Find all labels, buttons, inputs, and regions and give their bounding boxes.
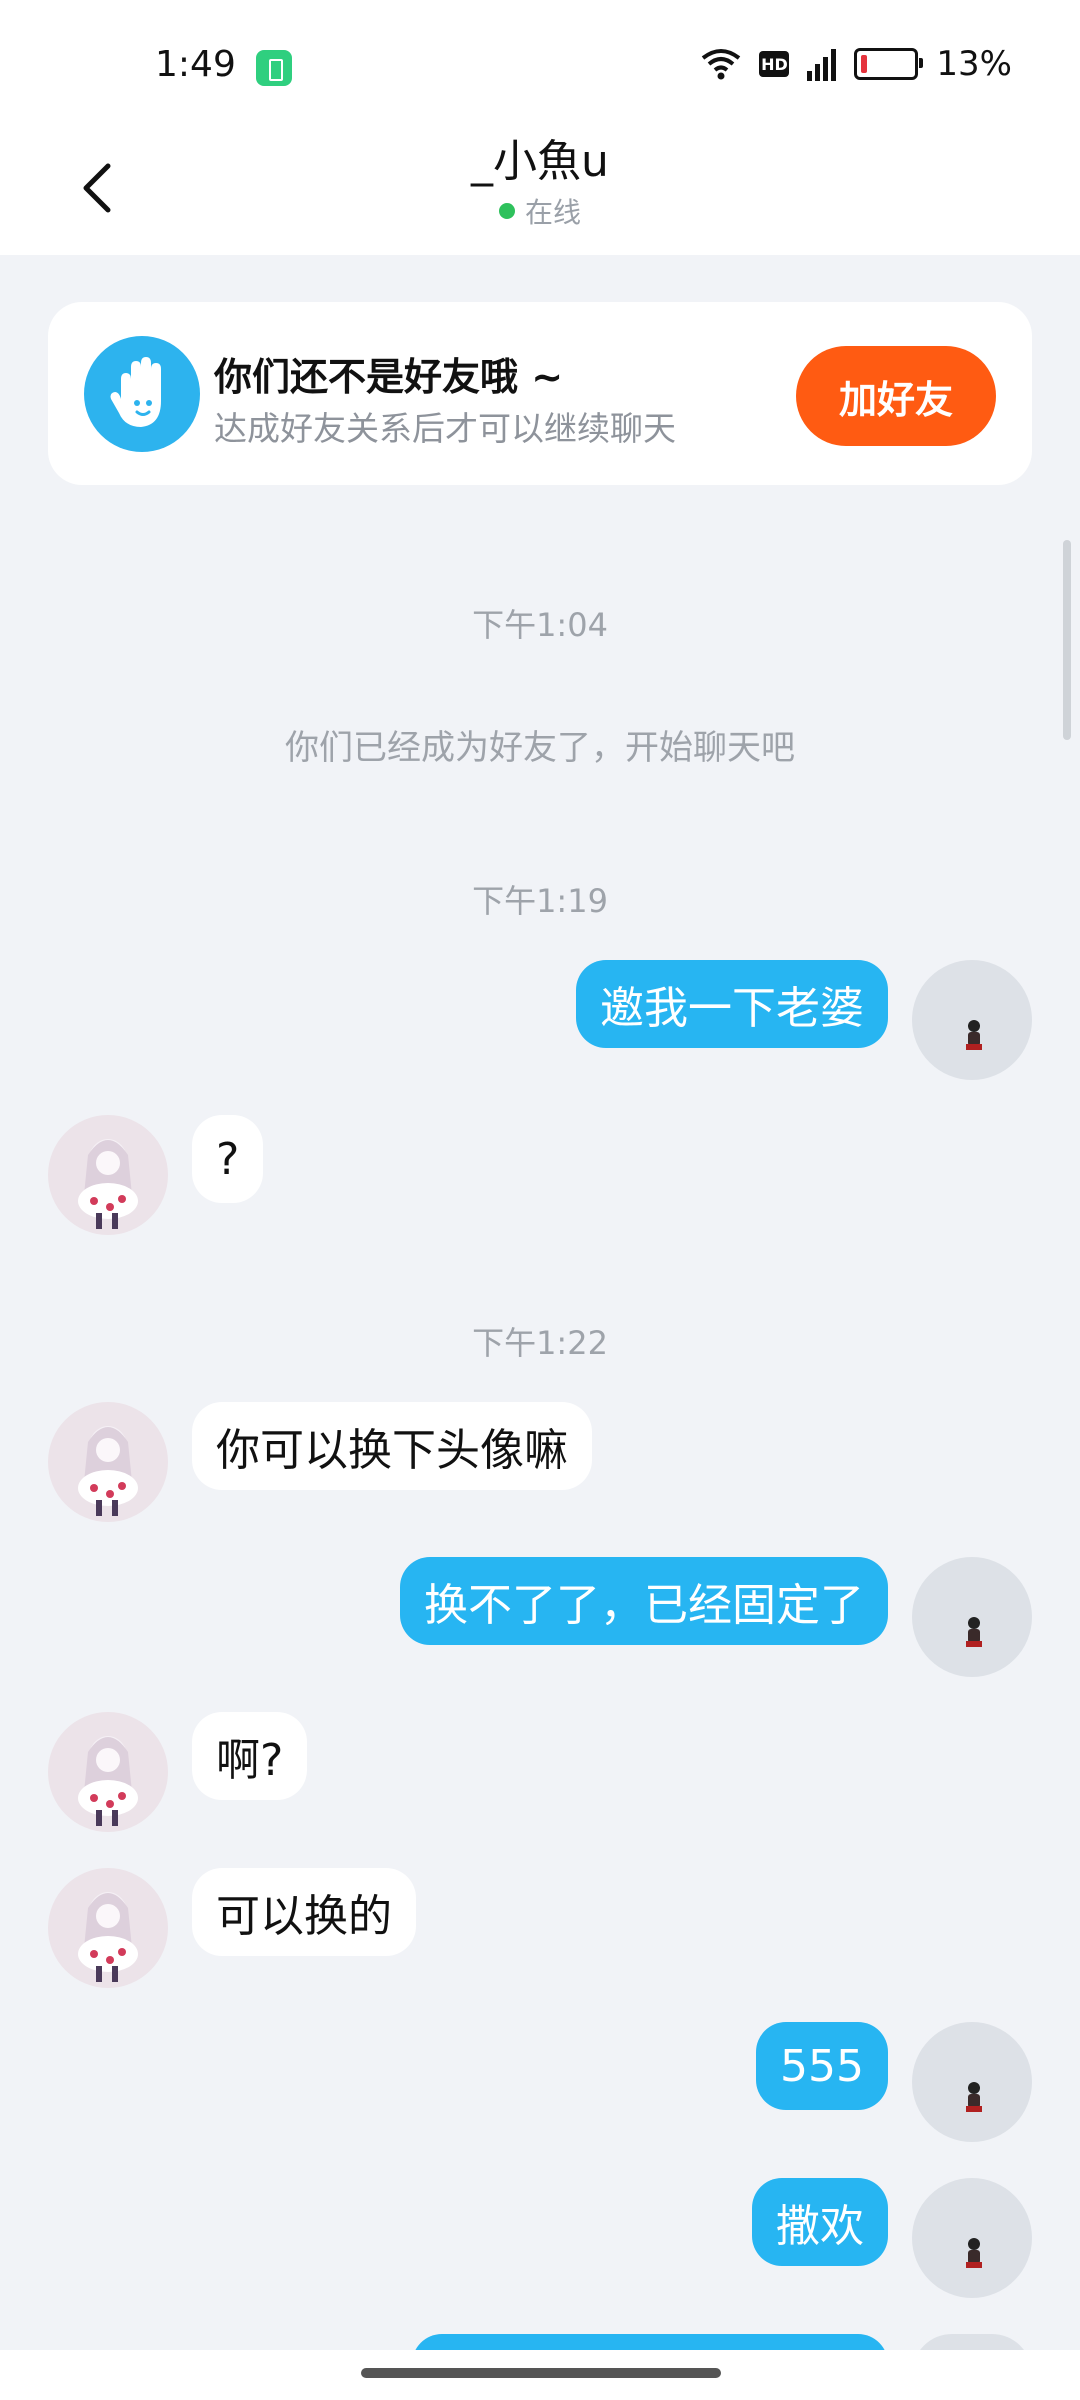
avatar[interactable]	[48, 1868, 168, 1988]
home-indicator[interactable]	[361, 2368, 721, 2378]
online-dot	[498, 203, 515, 219]
online-status: 在线	[0, 191, 1080, 231]
add-friend-button[interactable]: 加好友	[796, 346, 996, 446]
message-bubble-outgoing[interactable]: 换不了了，已经固定了	[400, 1557, 888, 1645]
signal-icon	[807, 47, 837, 81]
avatar[interactable]	[912, 2022, 1032, 2142]
avatar[interactable]	[48, 1115, 168, 1235]
avatar[interactable]	[48, 1712, 168, 1832]
chat-title: _小魚u	[471, 136, 609, 187]
wifi-icon	[701, 48, 741, 80]
message-bubble-incoming[interactable]: 你可以换下头像嘛	[192, 1402, 592, 1490]
status-bar: 1:49 HD 13%	[0, 0, 1080, 135]
hd-icon: HD	[759, 51, 790, 77]
banner-subtitle: 达成好友关系后才可以继续聊天	[214, 409, 676, 448]
online-status-label: 在线	[524, 196, 581, 229]
add-friend-banner: 你们还不是好友哦 ~ 达成好友关系后才可以继续聊天 加好友	[48, 302, 1032, 485]
message-bubble-incoming[interactable]: 可以换的	[192, 1868, 416, 1956]
status-icons: HD 13%	[701, 44, 1012, 84]
avatar[interactable]	[912, 960, 1032, 1080]
message-bubble-incoming[interactable]: ?	[192, 1115, 264, 1203]
timestamp: 下午1:19	[472, 882, 608, 920]
message-bubble-incoming[interactable]: 啊?	[192, 1712, 308, 1800]
message-bubble-outgoing[interactable]: 邀我一下老婆	[576, 960, 888, 1048]
status-time: 1:49	[155, 44, 236, 85]
battery-percent: 13%	[936, 44, 1012, 84]
timestamp: 下午1:22	[472, 1324, 608, 1362]
wave-hand-icon	[84, 336, 200, 452]
avatar[interactable]	[912, 1557, 1032, 1677]
message-bubble-outgoing[interactable]: 撒欢	[752, 2178, 888, 2266]
chat-header: _小魚u 在线	[0, 135, 1080, 255]
message-bubble-outgoing[interactable]: 555	[756, 2022, 888, 2110]
avatar[interactable]	[48, 1402, 168, 1522]
battery-icon	[854, 48, 924, 80]
avatar[interactable]	[912, 2178, 1032, 2298]
timestamp: 下午1:04	[472, 606, 608, 644]
battery-saver-icon	[256, 50, 292, 86]
banner-title: 你们还不是好友哦 ~	[214, 355, 564, 399]
system-message: 你们已经成为好友了，开始聊天吧	[285, 728, 795, 768]
